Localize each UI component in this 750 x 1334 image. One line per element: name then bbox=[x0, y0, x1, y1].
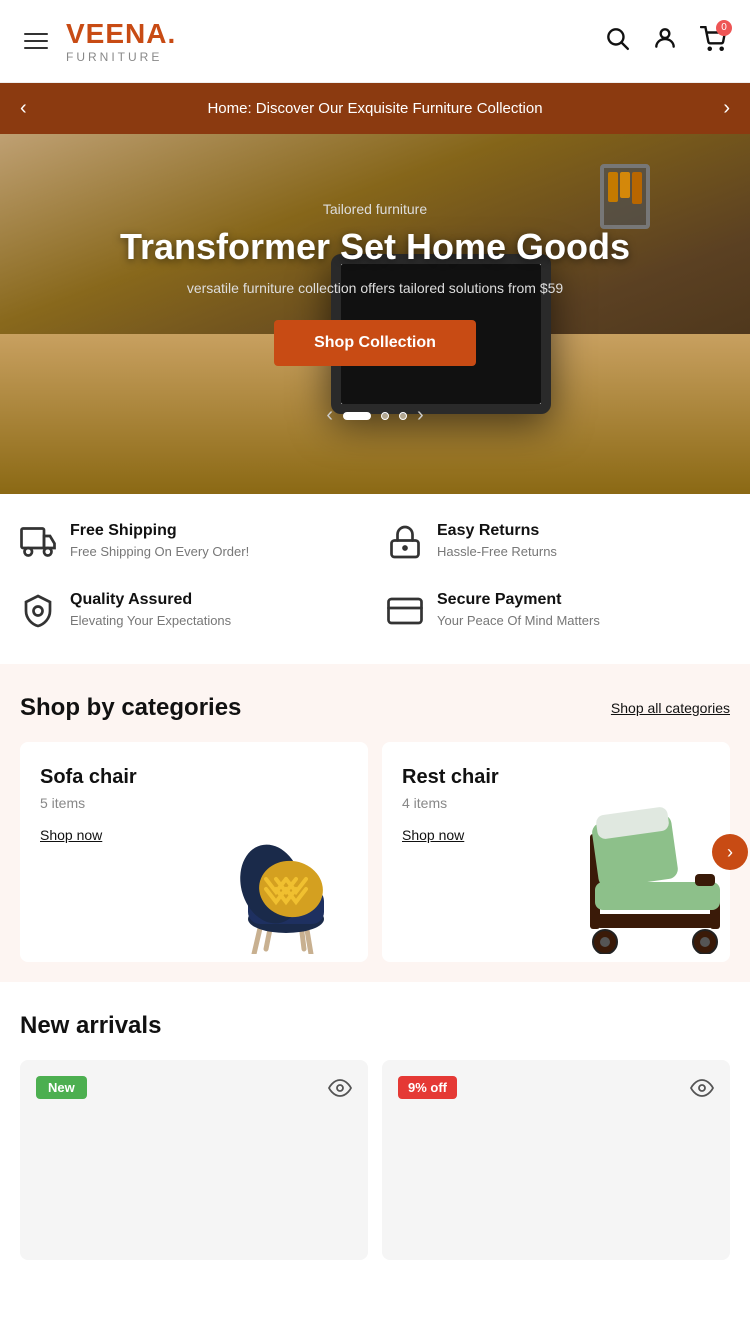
banner-prev-button[interactable]: ‹ bbox=[20, 97, 27, 120]
slider-dot-1[interactable] bbox=[343, 412, 371, 420]
header: VEENA. Furniture 0 bbox=[0, 0, 750, 83]
banner-text: Home: Discover Our Exquisite Furniture C… bbox=[207, 100, 542, 117]
feature-easy-returns-text: Easy Returns Hassle-Free Returns bbox=[437, 522, 557, 559]
brand-name: VEENA. bbox=[66, 18, 176, 50]
shop-collection-button[interactable]: Shop Collection bbox=[274, 320, 476, 366]
arrival-card-off: 9% off bbox=[382, 1060, 730, 1260]
new-arrivals-title: New arrivals bbox=[20, 1012, 730, 1040]
banner-next-button[interactable]: › bbox=[723, 97, 730, 120]
cart-badge: 0 bbox=[716, 20, 732, 36]
categories-section: Shop by categories Shop all categories S… bbox=[0, 664, 750, 982]
header-icons: 0 bbox=[604, 25, 726, 58]
feature-desc: Your Peace Of Mind Matters bbox=[437, 613, 600, 628]
feature-desc: Free Shipping On Every Order! bbox=[70, 544, 249, 559]
feature-title: Easy Returns bbox=[437, 522, 557, 540]
card-icon bbox=[387, 593, 423, 636]
slider-dot-3[interactable] bbox=[399, 412, 407, 420]
feature-desc: Hassle-Free Returns bbox=[437, 544, 557, 559]
logo: VEENA. Furniture bbox=[66, 18, 176, 64]
slider-dot-2[interactable] bbox=[381, 412, 389, 420]
feature-desc: Elevating Your Expectations bbox=[70, 613, 231, 628]
categories-next-arrow[interactable]: › bbox=[712, 834, 748, 870]
category-grid: Sofa chair 5 items Shop now bbox=[20, 742, 730, 962]
lock-icon bbox=[387, 524, 423, 567]
category-card-rest: Rest chair 4 items Shop now bbox=[382, 742, 730, 962]
feature-title: Free Shipping bbox=[70, 522, 249, 540]
promo-banner: ‹ Home: Discover Our Exquisite Furniture… bbox=[0, 83, 750, 134]
arrival-card-new: New bbox=[20, 1060, 368, 1260]
hero-subtitle: Tailored furniture bbox=[120, 201, 630, 217]
hero-content: Tailored furniture Transformer Set Home … bbox=[100, 181, 650, 386]
features-section: Free Shipping Free Shipping On Every Ord… bbox=[0, 494, 750, 664]
hero-desc: versatile furniture collection offers ta… bbox=[120, 280, 630, 296]
feature-easy-returns: Easy Returns Hassle-Free Returns bbox=[387, 522, 730, 567]
feature-free-shipping: Free Shipping Free Shipping On Every Ord… bbox=[20, 522, 363, 567]
feature-title: Secure Payment bbox=[437, 591, 600, 609]
eye-icon-off[interactable] bbox=[690, 1076, 714, 1106]
new-arrivals-section: New arrivals New 9% off bbox=[0, 982, 750, 1280]
brand-sub: Furniture bbox=[66, 50, 176, 64]
slider-prev-button[interactable]: ‹ bbox=[326, 404, 333, 427]
shield-icon bbox=[20, 593, 56, 636]
slider-next-button[interactable]: › bbox=[417, 404, 424, 427]
feature-quality-assured: Quality Assured Elevating Your Expectati… bbox=[20, 591, 363, 636]
cart-button[interactable]: 0 bbox=[700, 26, 726, 57]
feature-quality-assured-text: Quality Assured Elevating Your Expectati… bbox=[70, 591, 231, 628]
feature-secure-payment: Secure Payment Your Peace Of Mind Matter… bbox=[387, 591, 730, 636]
arrivals-grid: New 9% off bbox=[20, 1060, 730, 1260]
user-icon[interactable] bbox=[652, 25, 678, 58]
feature-secure-payment-text: Secure Payment Your Peace Of Mind Matter… bbox=[437, 591, 600, 628]
truck-icon bbox=[20, 524, 56, 567]
hero-title: Transformer Set Home Goods bbox=[120, 225, 630, 268]
slider-nav: ‹ › bbox=[326, 404, 423, 447]
sofa-chair-image bbox=[216, 774, 368, 954]
categories-header: Shop by categories Shop all categories bbox=[20, 694, 730, 722]
shop-all-categories-link[interactable]: Shop all categories bbox=[611, 700, 730, 716]
hero-section: Tailored furniture Transformer Set Home … bbox=[0, 134, 750, 494]
search-icon[interactable] bbox=[604, 25, 630, 58]
eye-icon-new[interactable] bbox=[328, 1076, 352, 1106]
feature-title: Quality Assured bbox=[70, 591, 231, 609]
feature-free-shipping-text: Free Shipping Free Shipping On Every Ord… bbox=[70, 522, 249, 559]
category-card-sofa: Sofa chair 5 items Shop now bbox=[20, 742, 368, 962]
off-badge: 9% off bbox=[398, 1076, 457, 1099]
new-badge: New bbox=[36, 1076, 87, 1099]
categories-title: Shop by categories bbox=[20, 694, 241, 722]
menu-button[interactable] bbox=[24, 33, 48, 49]
header-left: VEENA. Furniture bbox=[24, 18, 176, 64]
